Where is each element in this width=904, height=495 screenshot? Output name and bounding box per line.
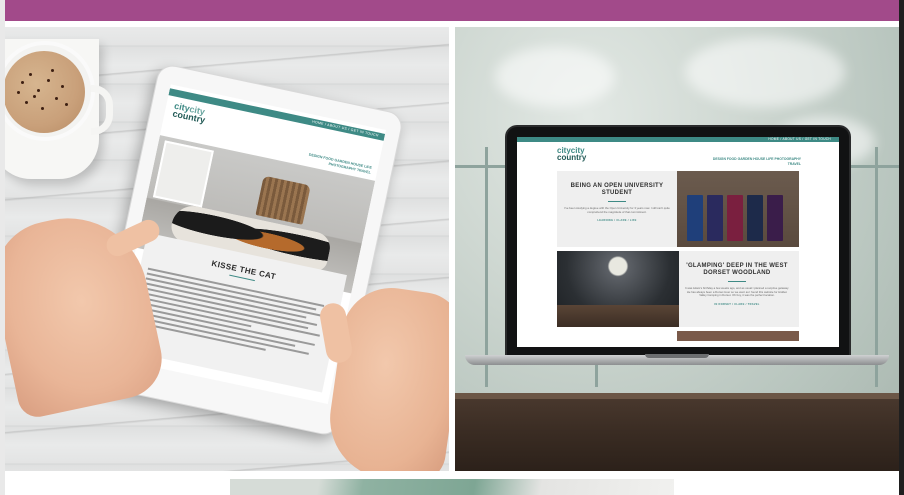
post-excerpt: It was Adam's birthday a few weeks ago, … xyxy=(684,286,790,298)
next-gallery-image[interactable] xyxy=(230,479,674,495)
book xyxy=(687,195,703,241)
portfolio-page: HOME / ABOUT US / GET IN TOUCH citycity … xyxy=(0,0,904,495)
post-text: BEING AN OPEN UNIVERSITY STUDENT I've be… xyxy=(557,171,677,247)
window xyxy=(152,140,214,208)
book xyxy=(727,195,743,241)
tablet-site-nav-links: HOME / ABOUT US / GET IN TOUCH xyxy=(311,119,380,138)
desk-edge xyxy=(455,393,899,399)
laptop-screen: HOME / ABOUT US / GET IN TOUCH citycity … xyxy=(517,137,839,347)
right-edge xyxy=(899,0,904,495)
laptop-lid: HOME / ABOUT US / GET IN TOUCH citycity … xyxy=(505,125,851,357)
desk xyxy=(455,393,899,471)
coffee-surface xyxy=(5,51,85,133)
post-meta: LEARNING / CLARE / LIFE xyxy=(597,219,637,223)
post-title: 'GLAMPING' DEEP IN THE WEST DORSET WOODL… xyxy=(686,263,788,276)
top-accent-bar xyxy=(5,0,899,21)
tablet-mockup-photo[interactable]: HOME / ABOUT US / GET IN TOUCH citycity … xyxy=(5,27,449,471)
post-excerpt: I've been studying a degree with the Ope… xyxy=(564,206,670,214)
balcony-post xyxy=(485,147,488,387)
post-card: BEING AN OPEN UNIVERSITY STUDENT I've be… xyxy=(557,171,799,247)
post-card: 'GLAMPING' DEEP IN THE WEST DORSET WOODL… xyxy=(557,251,799,327)
tablet-site-logo: citycity country xyxy=(172,101,208,125)
post-title: BEING AN OPEN UNIVERSITY STUDENT xyxy=(570,183,664,196)
post-text: 'GLAMPING' DEEP IN THE WEST DORSET WOODL… xyxy=(677,251,797,327)
bokeh-light xyxy=(495,47,615,107)
yurt-floor xyxy=(557,305,679,327)
laptop-site-category-menu: DESIGN FOOD GARDEN HOUSE LIFE PHOTOGRAPH… xyxy=(712,157,801,166)
post-rule xyxy=(728,281,746,282)
laptop-mockup-photo[interactable]: HOME / ABOUT US / GET IN TOUCH citycity … xyxy=(455,27,899,471)
balcony-post xyxy=(875,147,878,387)
laptop-site-logo: citycity country xyxy=(557,147,587,162)
laptop-site-nav-links: HOME / ABOUT US / GET IN TOUCH xyxy=(768,137,831,141)
basket xyxy=(255,175,311,225)
book xyxy=(747,195,763,241)
books-photo xyxy=(677,171,799,247)
book xyxy=(767,195,783,241)
post-meta: IN DORSET / CLARE / TRAVEL xyxy=(714,302,760,306)
logo-country: country xyxy=(557,153,587,162)
post-rule xyxy=(608,201,626,202)
yurt-photo xyxy=(557,251,679,327)
book xyxy=(707,195,723,241)
bokeh-light xyxy=(685,37,845,107)
next-post-preview xyxy=(677,331,799,341)
laptop-notch xyxy=(645,354,709,358)
